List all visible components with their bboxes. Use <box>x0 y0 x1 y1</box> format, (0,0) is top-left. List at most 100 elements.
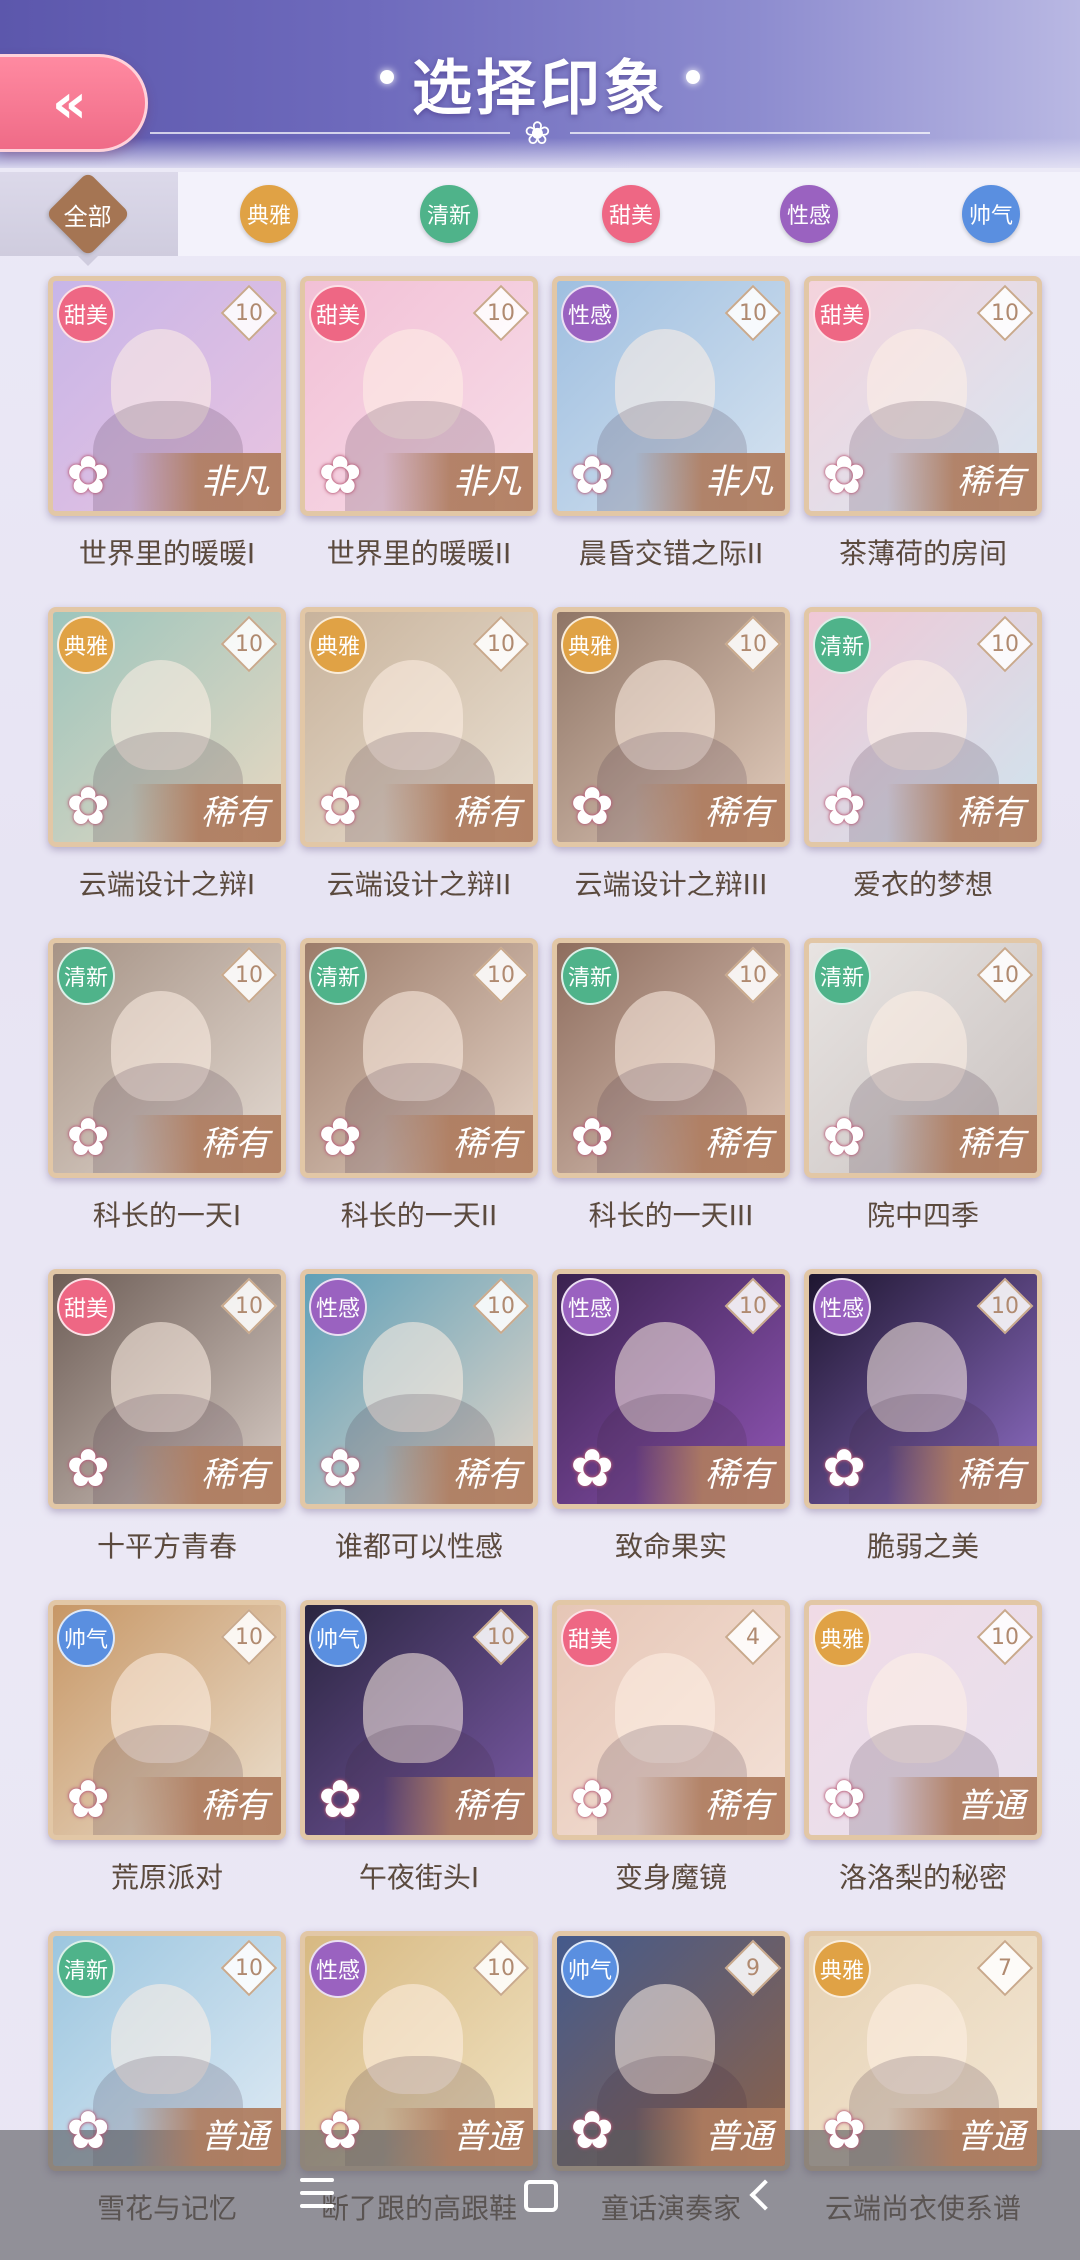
level-value: 10 <box>235 1293 263 1319</box>
impression-card[interactable]: 甜美 4 ✿ 稀有 <box>552 1600 790 1840</box>
tab-5[interactable]: 帅气 <box>962 185 1020 243</box>
impression-card[interactable]: 清新 10 ✿ 稀有 <box>804 607 1042 847</box>
impression-card[interactable]: 性感 10 ✿ 稀有 <box>300 1269 538 1509</box>
style-tag-badge: 帅气 <box>57 1609 115 1667</box>
card-title: 爱衣的梦想 <box>852 868 993 901</box>
style-tag-badge: 清新 <box>57 947 115 1005</box>
impression-card[interactable]: 帅气 9 ✿ 普通 <box>552 1931 790 2171</box>
level-value: 10 <box>991 631 1019 657</box>
flower-icon: ✿ <box>318 446 362 506</box>
flower-icon: ✿ <box>822 777 866 837</box>
flower-icon: ✿ <box>318 1770 362 1830</box>
rarity-label: 稀有 <box>131 784 281 842</box>
style-tag-badge: 典雅 <box>309 616 367 674</box>
impression-card[interactable]: 甜美 10 ✿ 稀有 <box>48 1269 286 1509</box>
level-value: 10 <box>235 300 263 326</box>
card-title: 晨昏交错之际II <box>578 537 764 570</box>
level-value: 10 <box>235 1624 263 1650</box>
level-value: 10 <box>991 300 1019 326</box>
style-tag-badge: 典雅 <box>813 1609 871 1667</box>
menu-icon[interactable] <box>300 2178 334 2217</box>
flower-icon: ✿ <box>66 446 110 506</box>
impression-card[interactable]: 性感 10 ✿ 普通 <box>300 1931 538 2171</box>
rarity-label: 普通 <box>635 2108 785 2166</box>
level-value: 10 <box>991 1624 1019 1650</box>
double-chevron-left-icon: « <box>52 71 87 135</box>
flower-icon: ✿ <box>570 446 614 506</box>
flower-icon: ✿ <box>318 1439 362 1499</box>
rarity-label: 稀有 <box>635 1446 785 1504</box>
impression-card[interactable]: 清新 10 ✿ 稀有 <box>300 938 538 1178</box>
impression-card[interactable]: 典雅 10 ✿ 稀有 <box>552 607 790 847</box>
card-title: 致命果实 <box>614 1530 727 1563</box>
rarity-label: 稀有 <box>887 1446 1037 1504</box>
flower-icon: ✿ <box>318 777 362 837</box>
card-title: 世界里的暖暖I <box>78 537 256 570</box>
impression-card[interactable]: 清新 10 ✿ 普通 <box>48 1931 286 2171</box>
style-tag-badge: 甜美 <box>813 285 871 343</box>
level-value: 10 <box>487 1293 515 1319</box>
flower-icon: ✿ <box>570 1108 614 1168</box>
tab-3[interactable]: 甜美 <box>602 185 660 243</box>
style-tag-badge: 性感 <box>561 285 619 343</box>
home-icon[interactable] <box>524 2180 558 2212</box>
card-title: 谁都可以性感 <box>334 1530 503 1563</box>
flower-icon: ✿ <box>66 1770 110 1830</box>
impression-card[interactable]: 典雅 7 ✿ 普通 <box>804 1931 1042 2171</box>
filter-tabs: 全部 典雅 清新 甜美 性感 帅气 <box>0 171 1080 266</box>
back-icon[interactable] <box>749 2174 781 2211</box>
rarity-label: 稀有 <box>383 1115 533 1173</box>
tab-4[interactable]: 性感 <box>780 185 838 243</box>
style-tag-badge: 清新 <box>561 947 619 1005</box>
tab-label: 清新 <box>426 204 471 229</box>
card-title: 科长的一天I <box>92 1199 242 1232</box>
style-tag-badge: 甜美 <box>309 285 367 343</box>
style-tag-badge: 清新 <box>309 947 367 1005</box>
style-tag-badge: 清新 <box>57 1940 115 1998</box>
impression-card[interactable]: 清新 10 ✿ 稀有 <box>804 938 1042 1178</box>
flower-icon: ✿ <box>66 1108 110 1168</box>
impression-card[interactable]: 性感 10 ✿ 稀有 <box>552 1269 790 1509</box>
tab-2[interactable]: 清新 <box>420 185 478 243</box>
style-tag-badge: 性感 <box>813 1278 871 1336</box>
rarity-label: 普通 <box>887 2108 1037 2166</box>
level-value: 10 <box>487 1955 515 1981</box>
flower-icon: ✿ <box>822 1770 866 1830</box>
card-title: 变身魔镜 <box>614 1861 727 1894</box>
card-title: 脆弱之美 <box>866 1530 979 1563</box>
card-title: 荒原派对 <box>110 1861 223 1894</box>
level-value: 10 <box>991 1293 1019 1319</box>
style-tag-badge: 甜美 <box>561 1609 619 1667</box>
level-value: 10 <box>739 962 767 988</box>
impression-card[interactable]: 甜美 10 ✿ 非凡 <box>48 276 286 516</box>
card-title: 云端设计之辩I <box>78 868 256 901</box>
impression-card[interactable]: 性感 10 ✿ 非凡 <box>552 276 790 516</box>
impression-card[interactable]: 帅气 10 ✿ 稀有 <box>300 1600 538 1840</box>
impression-card[interactable]: 典雅 10 ✿ 普通 <box>804 1600 1042 1840</box>
impression-card[interactable]: 清新 10 ✿ 稀有 <box>552 938 790 1178</box>
back-button[interactable]: « <box>0 54 148 152</box>
impression-card[interactable]: 甜美 10 ✿ 稀有 <box>804 276 1042 516</box>
flower-icon: ✿ <box>66 777 110 837</box>
flower-ornament-icon: ❀ <box>524 114 551 152</box>
impression-card[interactable]: 帅气 10 ✿ 稀有 <box>48 1600 286 1840</box>
style-tag-badge: 帅气 <box>561 1940 619 1998</box>
flower-icon: ✿ <box>570 777 614 837</box>
style-tag-badge: 典雅 <box>561 616 619 674</box>
card-title: 院中四季 <box>866 1199 979 1232</box>
flower-icon: ✿ <box>822 2101 866 2161</box>
impression-card[interactable]: 典雅 10 ✿ 稀有 <box>300 607 538 847</box>
style-tag-badge: 性感 <box>309 1278 367 1336</box>
impression-card[interactable]: 清新 10 ✿ 稀有 <box>48 938 286 1178</box>
flower-icon: ✿ <box>570 2101 614 2161</box>
rarity-label: 稀有 <box>131 1446 281 1504</box>
card-title: 十平方青春 <box>96 1530 237 1563</box>
tab-1[interactable]: 典雅 <box>240 185 298 243</box>
card-title: 科长的一天III <box>588 1199 754 1232</box>
level-value: 10 <box>235 1955 263 1981</box>
rarity-label: 稀有 <box>635 1777 785 1835</box>
impression-card[interactable]: 甜美 10 ✿ 非凡 <box>300 276 538 516</box>
impression-card[interactable]: 性感 10 ✿ 稀有 <box>804 1269 1042 1509</box>
flower-icon: ✿ <box>66 2101 110 2161</box>
impression-card[interactable]: 典雅 10 ✿ 稀有 <box>48 607 286 847</box>
